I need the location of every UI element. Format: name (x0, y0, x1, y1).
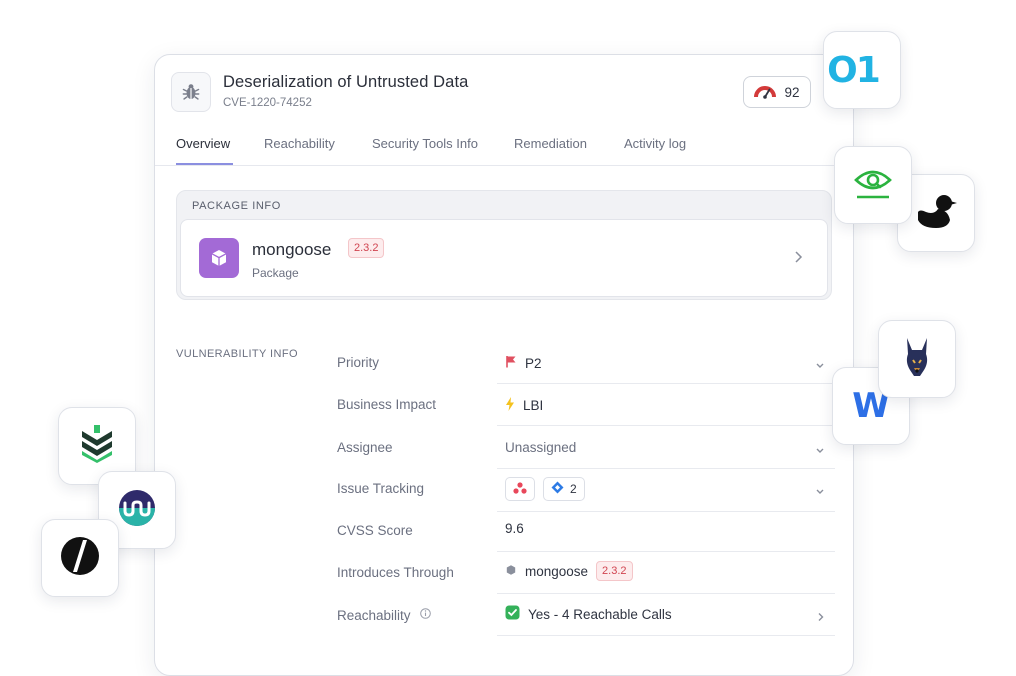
introduces-through-row: Introduces Through mongoose 2.3.2 (337, 561, 835, 607)
assignee-value: Unassigned (505, 440, 577, 455)
doberman-logo-icon (902, 336, 932, 383)
bug-icon (171, 72, 211, 112)
priority-row[interactable]: Priority P2 (337, 355, 835, 397)
chevron-down-icon[interactable] (815, 442, 825, 460)
tab-remediation[interactable]: Remediation (514, 136, 587, 151)
eye-logo-tile (834, 146, 912, 224)
jira-icon (551, 481, 564, 497)
tab-overview[interactable]: Overview (176, 136, 230, 151)
tab-activity-log[interactable]: Activity log (624, 136, 686, 151)
reachability-label: Reachability (337, 607, 432, 623)
tab-security-tools-info[interactable]: Security Tools Info (372, 136, 478, 151)
package-icon (505, 564, 517, 579)
o1-logo-tile: O1 (823, 31, 901, 109)
business-impact-label: Business Impact (337, 397, 437, 412)
introduces-through-label: Introduces Through (337, 565, 454, 580)
assignee-row[interactable]: Assignee Unassigned (337, 440, 835, 482)
reachability-row[interactable]: Reachability Yes - 4 Reachable Calls (337, 605, 835, 649)
priority-value: P2 (525, 355, 542, 371)
slash-circle-logo-tile (41, 519, 119, 597)
introduces-through-version: 2.3.2 (596, 561, 633, 581)
chevron-right-icon[interactable] (817, 609, 825, 627)
lightning-icon (505, 397, 515, 414)
o1-logo-icon: O1 (827, 49, 881, 91)
asana-icon (513, 481, 527, 497)
doberman-logo-tile (878, 320, 956, 398)
package-card[interactable]: mongoose 2.3.2 Package (180, 219, 828, 297)
cvss-score-row: CVSS Score 9.6 (337, 521, 835, 565)
assignee-label: Assignee (337, 440, 393, 455)
gauge-icon (754, 82, 777, 103)
package-version-badge: 2.3.2 (348, 238, 385, 258)
jira-count: 2 (570, 482, 577, 496)
risk-score-badge[interactable]: 92 (743, 76, 811, 108)
risk-score-value: 92 (784, 84, 800, 100)
business-impact-row: Business Impact LBI (337, 397, 835, 439)
package-type: Package (252, 266, 299, 280)
asana-chip[interactable] (505, 477, 535, 501)
info-icon[interactable] (420, 607, 432, 622)
wave-circle-logo-icon (118, 489, 156, 532)
tab-reachability[interactable]: Reachability (264, 136, 335, 151)
box-icon (199, 238, 239, 278)
chevron-shield-logo-icon (78, 424, 116, 468)
cvss-score-label: CVSS Score (337, 523, 413, 538)
chevron-down-icon[interactable] (815, 483, 825, 501)
check-icon (505, 605, 520, 623)
issue-tracking-row[interactable]: Issue Tracking 2 (337, 477, 835, 523)
priority-label: Priority (337, 355, 380, 370)
jira-chip[interactable]: 2 (543, 477, 585, 501)
reachability-value: Yes - 4 Reachable Calls (528, 606, 672, 622)
vulnerability-info-heading: VULNERABILITY INFO (176, 348, 298, 360)
introduces-through-package: mongoose (525, 563, 589, 579)
chevron-right-icon[interactable] (793, 250, 803, 269)
tab-bar: Overview Reachability Security Tools Inf… (155, 135, 853, 166)
cve-id: CVE-1220-74252 (223, 97, 312, 109)
chevron-down-icon[interactable] (815, 357, 825, 375)
package-info-section: PACKAGE INFO mongoose 2.3.2 Package (176, 190, 832, 300)
issue-tracking-label: Issue Tracking (337, 481, 425, 496)
eye-logo-icon (853, 166, 893, 205)
flag-icon (505, 355, 517, 371)
slash-circle-logo-icon (60, 536, 100, 581)
duck-logo-icon (914, 192, 958, 235)
business-impact-value: LBI (523, 398, 544, 413)
package-name: mongoose (252, 240, 332, 259)
vulnerability-title: Deserialization of Untrusted Data (223, 73, 469, 91)
cvss-score-value: 9.6 (505, 521, 524, 536)
vulnerability-card: Deserialization of Untrusted Data CVE-12… (154, 54, 854, 676)
active-tab-indicator (176, 163, 233, 165)
package-info-heading: PACKAGE INFO (192, 200, 281, 212)
